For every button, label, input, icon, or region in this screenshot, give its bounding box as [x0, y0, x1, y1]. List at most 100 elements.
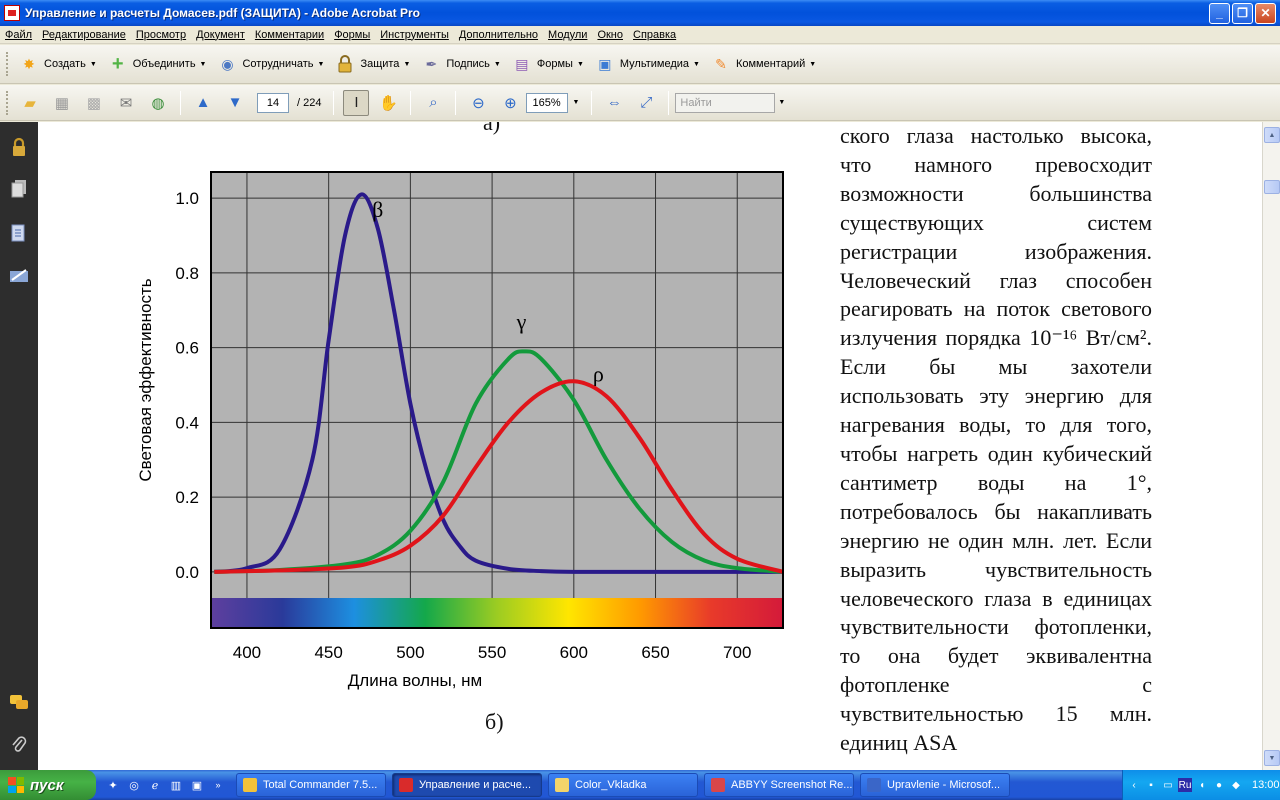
email-icon[interactable]: ✉ [113, 90, 139, 116]
x-tick-label: 550 [478, 643, 506, 662]
task-word[interactable]: Upravlenie - Microsof... [860, 773, 1010, 797]
save-icon[interactable]: ▩ [81, 90, 107, 116]
create-label: Создать [44, 58, 86, 70]
x-tick-label: 650 [641, 643, 669, 662]
chevron-down-icon: ▼ [576, 60, 584, 68]
vertical-scrollbar[interactable]: ▲ ▼ [1262, 122, 1280, 770]
x-tick-label: 600 [560, 643, 588, 662]
zoom-in-icon[interactable]: ⊕ [497, 90, 523, 116]
menu-document[interactable]: Документ [191, 29, 250, 41]
multimedia-icon: ▣ [598, 55, 612, 72]
shield-icon[interactable]: ● [1212, 778, 1226, 792]
menu-tools[interactable]: Инструменты [375, 29, 454, 41]
fit-page-icon[interactable]: ⤢ [633, 90, 659, 116]
menu-plugins[interactable]: Модули [543, 29, 592, 41]
task-label: ABBYY Screenshot Re... [731, 779, 853, 791]
scroll-up-icon[interactable]: ▲ [1264, 127, 1280, 143]
task-color-vkladka[interactable]: Color_Vkladka [548, 773, 698, 797]
collaborate-label: Сотрудничать [242, 58, 314, 70]
device-icon[interactable]: ▭ [1161, 778, 1175, 792]
paperclip-icon[interactable] [9, 734, 29, 756]
page-number-input[interactable]: 14 [257, 92, 289, 113]
restore-button[interactable]: ❐ [1232, 2, 1253, 24]
create-button[interactable]: ✸ Создать ▼ [14, 50, 101, 78]
language-indicator[interactable]: Ru [1178, 778, 1192, 792]
web-icon[interactable]: ◍ [145, 90, 171, 116]
menu-edit[interactable]: Редактирование [37, 29, 131, 41]
task-abbyy[interactable]: ABBYY Screenshot Re... [704, 773, 854, 797]
select-tool-icon[interactable]: I [343, 89, 370, 116]
chevron-down-icon[interactable]: ▼ [778, 99, 785, 106]
series-label: γ [516, 309, 527, 334]
start-button[interactable]: пуск [0, 770, 96, 800]
volume-icon[interactable]: ◖ [1195, 778, 1209, 792]
lock-icon[interactable] [9, 136, 29, 158]
zoom-tool-icon[interactable]: ⌕ [420, 90, 446, 116]
scroll-down-icon[interactable]: ▼ [1264, 750, 1280, 766]
combine-label: Объединить [132, 58, 196, 70]
combine-icon: + [111, 52, 124, 75]
open-folder-icon[interactable]: ▰ [17, 90, 43, 116]
clock: 13:00 [1252, 779, 1280, 791]
task-total-commander[interactable]: Total Commander 7.5... [236, 773, 386, 797]
attachments-icon[interactable] [9, 222, 29, 244]
abbyy-icon [711, 778, 725, 792]
multimedia-button[interactable]: ▣ Мультимедиа ▼ [590, 50, 704, 78]
x-axis-label: Длина волны, нм [348, 671, 482, 690]
comments-icon[interactable] [9, 692, 29, 714]
comment-button[interactable]: ✎ Комментарий ▼ [706, 50, 820, 78]
menu-help[interactable]: Справка [628, 29, 681, 41]
hand-tool-icon[interactable]: ✋ [375, 90, 401, 116]
chevron-down-icon: ▼ [693, 60, 700, 68]
security-icon[interactable]: ◆ [1229, 778, 1243, 792]
media-icon[interactable]: ▥ [167, 776, 185, 794]
start-label: пуск [30, 776, 64, 794]
signatures-icon[interactable] [9, 265, 29, 287]
quicklaunch-icon[interactable]: ✦ [104, 776, 122, 794]
menu-file[interactable]: Файл [0, 29, 37, 41]
toolbar-separator [668, 90, 670, 115]
zoom-level-select[interactable]: 165% [526, 92, 569, 113]
close-button[interactable]: ✕ [1255, 2, 1276, 24]
next-page-icon[interactable]: ▼ [222, 90, 248, 116]
protect-button[interactable]: Защита ▼ [330, 50, 414, 78]
expand-icon[interactable]: » [209, 776, 227, 794]
x-tick-label: 700 [723, 643, 751, 662]
forms-icon: ▤ [515, 55, 529, 72]
toolbar-grip[interactable] [6, 90, 9, 115]
x-tick-label: 400 [233, 643, 261, 662]
fit-width-icon[interactable]: ⇔ [601, 90, 627, 116]
menu-view[interactable]: Просмотр [131, 29, 191, 41]
navigation-toolbar: ▰ ▦ ▩ ✉ ◍ ▲ ▼ 14 / 224 I ✋ ⌕ ⊖ ⊕ 165% ▼ … [0, 85, 1280, 121]
combine-button[interactable]: + Объединить ▼ [103, 50, 211, 78]
document-view[interactable]: а) 0.0 0.2 0.4 0.6 0.8 1.0 400 450 500 550 600 650… [38, 122, 1262, 770]
previous-page-icon[interactable]: ▲ [190, 90, 216, 116]
menu-advanced[interactable]: Дополнительно [454, 29, 543, 41]
taskbar: пуск ✦ ◎ ℯ ▥ ▣ » Total Commander 7.5... … [0, 770, 1280, 800]
browser-icon[interactable]: ◎ [125, 776, 143, 794]
chevron-down-icon[interactable]: ▼ [572, 99, 579, 106]
network-icon[interactable]: ▪ [1144, 778, 1158, 792]
scroll-thumb[interactable] [1264, 180, 1280, 194]
print-icon[interactable]: ▦ [49, 90, 75, 116]
toolbar-separator [591, 90, 593, 115]
pages-icon[interactable] [9, 178, 29, 200]
menu-window[interactable]: Окно [592, 29, 628, 41]
zoom-out-icon[interactable]: ⊖ [465, 90, 491, 116]
find-input[interactable]: Найти [675, 92, 776, 113]
comment-label: Комментарий [735, 58, 806, 70]
chevron-left-icon[interactable]: ‹ [1127, 778, 1141, 792]
menu-forms[interactable]: Формы [329, 29, 375, 41]
minimize-button[interactable]: _ [1209, 2, 1230, 24]
save-disk-icon[interactable]: ▣ [188, 776, 206, 794]
forms-button[interactable]: ▤ Формы ▼ [507, 50, 588, 78]
ie-icon[interactable]: ℯ [146, 776, 164, 794]
toolbar-grip[interactable] [6, 52, 9, 76]
task-acrobat[interactable]: Управление и расче... [392, 773, 542, 797]
menu-comments[interactable]: Комментарии [250, 29, 329, 41]
y-tick-label: 0.6 [175, 339, 199, 358]
sign-button[interactable]: ✒ Подпись ▼ [416, 50, 504, 78]
caption-a: а) [483, 122, 501, 135]
windows-flag-icon [8, 777, 24, 793]
collaborate-button[interactable]: ◉ Сотрудничать ▼ [212, 50, 328, 78]
